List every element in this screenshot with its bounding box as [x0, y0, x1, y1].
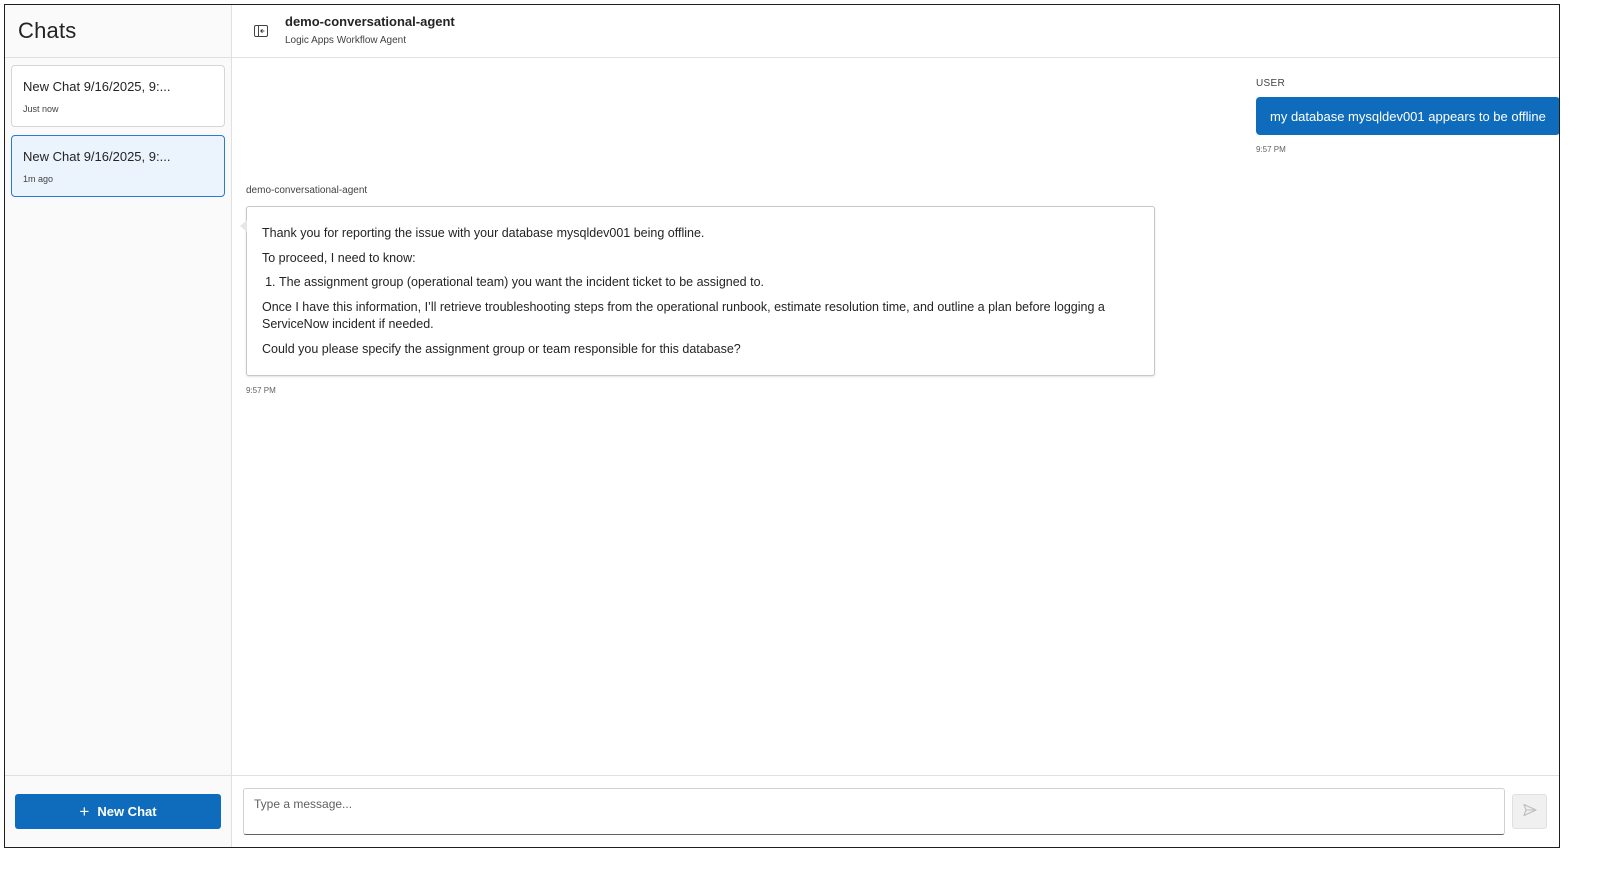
sidebar-title: Chats — [18, 18, 77, 43]
agent-message-list-item: The assignment group (operational team) … — [279, 274, 1139, 292]
message-input[interactable] — [243, 788, 1505, 835]
agent-message-bubble: Thank you for reporting the issue with y… — [240, 206, 1155, 376]
agent-message-paragraph: Thank you for reporting the issue with y… — [262, 226, 705, 240]
new-chat-button[interactable]: + New Chat — [15, 794, 221, 829]
chat-header: demo-conversational-agent Logic Apps Wor… — [232, 5, 1559, 58]
user-message-timestamp: 9:57 PM — [1256, 145, 1286, 154]
app-window: Chats New Chat 9/16/2025, 9:... Just now… — [4, 4, 1560, 848]
chat-item-title: New Chat 9/16/2025, 9:... — [23, 149, 171, 164]
agent-sender-label: demo-conversational-agent — [246, 185, 368, 196]
agent-message-paragraph: To proceed, I need to know: — [262, 250, 416, 265]
agent-message-list: The assignment group (operational team) … — [279, 274, 1139, 292]
chat-item-title: New Chat 9/16/2025, 9:... — [23, 79, 171, 94]
send-button[interactable] — [1512, 794, 1547, 829]
chat-list: New Chat 9/16/2025, 9:... Just now New C… — [11, 65, 225, 205]
chat-item-timestamp: 1m ago — [23, 174, 54, 184]
agent-name: demo-conversational-agent — [285, 14, 455, 29]
chat-item-timestamp: Just now — [23, 104, 59, 114]
message-composer — [232, 775, 1559, 847]
chat-main: demo-conversational-agent Logic Apps Wor… — [232, 5, 1559, 847]
panel-collapse-icon[interactable] — [253, 23, 269, 39]
agent-message-paragraph: Could you please specify the assignment … — [262, 341, 741, 356]
user-sender-label: USER — [1256, 78, 1285, 89]
new-chat-label: New Chat — [97, 804, 157, 819]
chat-list-item[interactable]: New Chat 9/16/2025, 9:... Just now — [11, 65, 225, 127]
agent-subtitle: Logic Apps Workflow Agent — [285, 35, 406, 46]
sidebar-header: Chats — [5, 5, 231, 58]
message-list: USER my database mysqldev001 appears to … — [232, 58, 1559, 775]
chat-list-item-active[interactable]: New Chat 9/16/2025, 9:... 1m ago — [11, 135, 225, 197]
sidebar-footer: + New Chat — [5, 775, 231, 847]
user-message-bubble: my database mysqldev001 appears to be of… — [1256, 97, 1559, 135]
send-icon — [1522, 802, 1538, 821]
plus-icon: + — [79, 802, 90, 821]
agent-message-timestamp: 9:57 PM — [246, 386, 276, 395]
agent-message-paragraph: Once I have this information, I’ll retri… — [262, 299, 1105, 332]
chat-sidebar: Chats New Chat 9/16/2025, 9:... Just now… — [5, 5, 232, 847]
